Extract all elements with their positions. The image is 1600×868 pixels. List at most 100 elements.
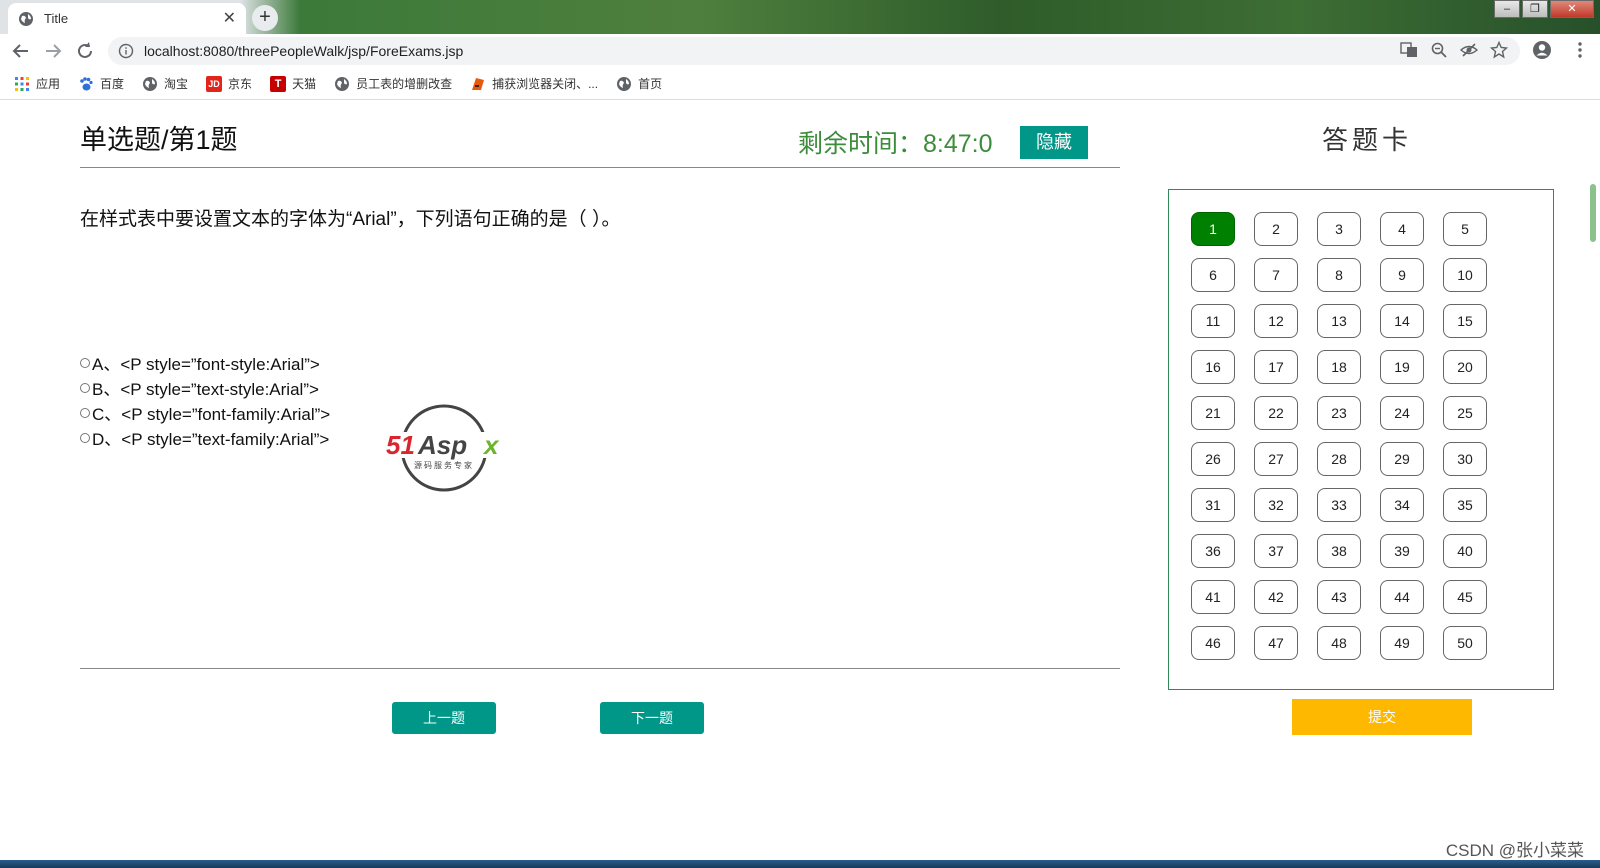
question-number-button[interactable]: 39	[1380, 534, 1424, 568]
menu-kebab-icon[interactable]	[1570, 40, 1590, 60]
minimize-button[interactable]: –	[1494, 0, 1520, 18]
bookmark-capture-browser-close[interactable]: 捕获浏览器关闭、...	[470, 75, 598, 92]
window-close-button[interactable]: ✕	[1550, 0, 1594, 18]
question-number-button[interactable]: 6	[1191, 258, 1235, 292]
question-number-button[interactable]: 48	[1317, 626, 1361, 660]
question-number-button[interactable]: 18	[1317, 350, 1361, 384]
tracking-blocked-eye-icon[interactable]	[1460, 41, 1478, 59]
question-number-button[interactable]: 44	[1380, 580, 1424, 614]
question-number-button[interactable]: 34	[1380, 488, 1424, 522]
question-number-button[interactable]: 21	[1191, 396, 1235, 430]
jetbrains-icon	[472, 77, 485, 90]
question-number-button[interactable]: 29	[1380, 442, 1424, 476]
radio-button[interactable]	[80, 382, 90, 393]
address-bar[interactable]: localhost:8080/threePeopleWalk/jsp/ForeE…	[108, 37, 1520, 65]
question-number-button[interactable]: 33	[1317, 488, 1361, 522]
bookmark-baidu[interactable]: 百度	[78, 75, 124, 92]
question-number-button[interactable]: 22	[1254, 396, 1298, 430]
question-number-button[interactable]: 26	[1191, 442, 1235, 476]
option-a[interactable]: A、<P style=”font-style:Arial”>	[80, 350, 330, 375]
radio-button[interactable]	[80, 357, 90, 368]
question-number-button[interactable]: 31	[1191, 488, 1235, 522]
question-number-button[interactable]: 27	[1254, 442, 1298, 476]
info-icon[interactable]	[118, 43, 134, 59]
translate-icon[interactable]	[1400, 41, 1418, 59]
bookmark-home[interactable]: 首页	[616, 75, 662, 92]
question-number-button[interactable]: 46	[1191, 626, 1235, 660]
bookmark-label: 淘宝	[164, 77, 189, 91]
question-number-button[interactable]: 3	[1317, 212, 1361, 246]
question-number-button[interactable]: 19	[1380, 350, 1424, 384]
bookmark-employee-crud[interactable]: 员工表的增删改查	[334, 75, 452, 92]
restore-button[interactable]: ❐	[1522, 0, 1548, 18]
bookmark-jd[interactable]: JD 京东	[206, 75, 252, 92]
question-number-button[interactable]: 13	[1317, 304, 1361, 338]
question-number-button[interactable]: 17	[1254, 350, 1298, 384]
browser-tab[interactable]: Title ✕	[8, 3, 246, 34]
question-number-button[interactable]: 11	[1191, 304, 1235, 338]
question-number-button[interactable]: 50	[1443, 626, 1487, 660]
question-number-button[interactable]: 42	[1254, 580, 1298, 614]
option-b[interactable]: B、<P style=”text-style:Arial”>	[80, 375, 330, 400]
option-d[interactable]: D、<P style=”text-family:Arial”>	[80, 425, 330, 450]
zoom-icon[interactable]	[1430, 41, 1448, 59]
51aspx-logo: 51 Asp x 源码服务专家	[384, 404, 512, 492]
question-number-button[interactable]: 35	[1443, 488, 1487, 522]
question-number-button[interactable]: 47	[1254, 626, 1298, 660]
question-number-button[interactable]: 1	[1191, 212, 1235, 246]
question-number-button[interactable]: 25	[1443, 396, 1487, 430]
question-number-button[interactable]: 38	[1317, 534, 1361, 568]
submit-button[interactable]: 提交	[1292, 699, 1472, 735]
question-number-button[interactable]: 24	[1380, 396, 1424, 430]
new-tab-button[interactable]: +	[252, 5, 278, 31]
question-number-button[interactable]: 12	[1254, 304, 1298, 338]
question-number-button[interactable]: 45	[1443, 580, 1487, 614]
scrollbar-thumb[interactable]	[1590, 184, 1596, 242]
star-icon[interactable]	[1490, 41, 1508, 59]
previous-question-button[interactable]: 上一题	[392, 702, 496, 734]
question-number-button[interactable]: 7	[1254, 258, 1298, 292]
question-number-button[interactable]: 5	[1443, 212, 1487, 246]
bookmark-label: 员工表的增删改查	[356, 77, 453, 91]
question-number-button[interactable]: 30	[1443, 442, 1487, 476]
question-number-button[interactable]: 23	[1317, 396, 1361, 430]
question-number-button[interactable]: 37	[1254, 534, 1298, 568]
radio-button[interactable]	[80, 432, 90, 443]
bookmark-taobao[interactable]: 淘宝	[142, 75, 188, 92]
question-number-button[interactable]: 15	[1443, 304, 1487, 338]
question-number-button[interactable]: 4	[1380, 212, 1424, 246]
question-number-button[interactable]: 28	[1317, 442, 1361, 476]
tmall-icon: T	[270, 75, 287, 92]
radio-button[interactable]	[80, 407, 90, 418]
profile-avatar-icon[interactable]	[1532, 40, 1552, 60]
back-arrow-icon[interactable]	[10, 40, 32, 62]
answer-options: A、<P style=”font-style:Arial”> B、<P styl…	[80, 350, 330, 450]
option-label: D、<P style=”text-family:Arial”>	[92, 430, 330, 449]
close-tab-icon[interactable]: ✕	[223, 10, 236, 27]
question-number-grid: 1 2 3 4 5 6 7 8 9 10 11 12 13 14 15 16 17 18 19 20 21 22 23 24 2…	[1191, 212, 1487, 660]
question-number-button[interactable]: 16	[1191, 350, 1235, 384]
option-c[interactable]: C、<P style=”font-family:Arial”>	[80, 400, 330, 425]
next-question-button[interactable]: 下一题	[600, 702, 704, 734]
question-number-button[interactable]: 14	[1380, 304, 1424, 338]
question-number-button[interactable]: 9	[1380, 258, 1424, 292]
question-number-button[interactable]: 20	[1443, 350, 1487, 384]
question-number-button[interactable]: 36	[1191, 534, 1235, 568]
answer-card-title: 答题卡	[1322, 126, 1413, 156]
question-number-button[interactable]: 43	[1317, 580, 1361, 614]
question-text: 在样式表中要设置文本的字体为“Arial”，下列语句正确的是（ ）。	[80, 209, 621, 230]
question-number-button[interactable]: 2	[1254, 212, 1298, 246]
question-number-button[interactable]: 40	[1443, 534, 1487, 568]
option-label: B、<P style=”text-style:Arial”>	[92, 380, 319, 399]
forward-arrow-icon[interactable]	[42, 40, 64, 62]
bookmark-apps[interactable]: 应用	[14, 75, 60, 92]
question-number-button[interactable]: 32	[1254, 488, 1298, 522]
question-number-button[interactable]: 49	[1380, 626, 1424, 660]
question-number-button[interactable]: 8	[1317, 258, 1361, 292]
hide-button[interactable]: 隐藏	[1020, 126, 1088, 159]
bookmark-tmall[interactable]: T 天猫	[270, 75, 316, 92]
question-header: 单选题/第1题 剩余时间：8:47:0 隐藏	[80, 104, 1120, 168]
reload-icon[interactable]	[74, 40, 96, 62]
question-number-button[interactable]: 41	[1191, 580, 1235, 614]
question-number-button[interactable]: 10	[1443, 258, 1487, 292]
